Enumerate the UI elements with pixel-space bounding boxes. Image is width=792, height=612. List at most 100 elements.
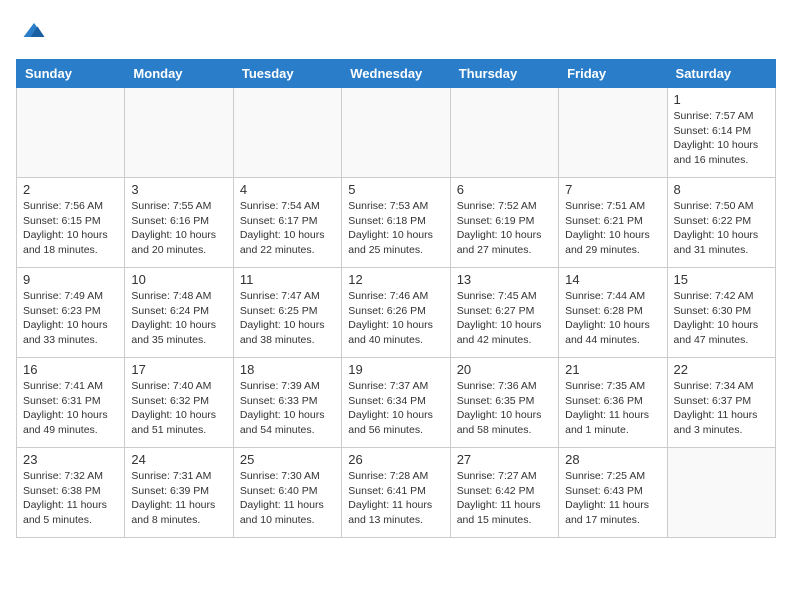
day-number: 21	[565, 362, 660, 377]
day-info: Sunrise: 7:30 AMSunset: 6:40 PMDaylight:…	[240, 469, 335, 528]
calendar-cell: 27 Sunrise: 7:27 AMSunset: 6:42 PMDayligh…	[450, 448, 558, 538]
calendar-cell: 17 Sunrise: 7:40 AMSunset: 6:32 PMDayligh…	[125, 358, 233, 448]
day-number: 14	[565, 272, 660, 287]
day-number: 17	[131, 362, 226, 377]
day-info: Sunrise: 7:50 AMSunset: 6:22 PMDaylight:…	[674, 199, 769, 258]
day-number: 11	[240, 272, 335, 287]
calendar-cell: 23 Sunrise: 7:32 AMSunset: 6:38 PMDayligh…	[17, 448, 125, 538]
calendar-week-2: 2 Sunrise: 7:56 AMSunset: 6:15 PMDaylight…	[17, 178, 776, 268]
day-number: 9	[23, 272, 118, 287]
calendar-cell: 14 Sunrise: 7:44 AMSunset: 6:28 PMDayligh…	[559, 268, 667, 358]
day-number: 26	[348, 452, 443, 467]
day-info: Sunrise: 7:28 AMSunset: 6:41 PMDaylight:…	[348, 469, 443, 528]
day-info: Sunrise: 7:52 AMSunset: 6:19 PMDaylight:…	[457, 199, 552, 258]
calendar-cell: 11 Sunrise: 7:47 AMSunset: 6:25 PMDayligh…	[233, 268, 341, 358]
calendar-header-tuesday: Tuesday	[233, 60, 341, 88]
day-number: 18	[240, 362, 335, 377]
calendar-cell: 12 Sunrise: 7:46 AMSunset: 6:26 PMDayligh…	[342, 268, 450, 358]
day-info: Sunrise: 7:39 AMSunset: 6:33 PMDaylight:…	[240, 379, 335, 438]
day-number: 6	[457, 182, 552, 197]
calendar-week-1: 1Sunrise: 7:57 AMSunset: 6:14 PMDaylight…	[17, 88, 776, 178]
logo	[16, 16, 48, 49]
calendar-week-5: 23 Sunrise: 7:32 AMSunset: 6:38 PMDayligh…	[17, 448, 776, 538]
calendar-cell: 13 Sunrise: 7:45 AMSunset: 6:27 PMDayligh…	[450, 268, 558, 358]
day-info: Sunrise: 7:48 AMSunset: 6:24 PMDaylight:…	[131, 289, 226, 348]
calendar-cell: 19 Sunrise: 7:37 AMSunset: 6:34 PMDayligh…	[342, 358, 450, 448]
day-info: Sunrise: 7:40 AMSunset: 6:32 PMDaylight:…	[131, 379, 226, 438]
header	[16, 16, 776, 49]
calendar-cell: 8 Sunrise: 7:50 AMSunset: 6:22 PMDaylight…	[667, 178, 775, 268]
calendar-cell: 1Sunrise: 7:57 AMSunset: 6:14 PMDaylight…	[667, 88, 775, 178]
calendar: SundayMondayTuesdayWednesdayThursdayFrid…	[16, 59, 776, 538]
calendar-week-3: 9 Sunrise: 7:49 AMSunset: 6:23 PMDaylight…	[17, 268, 776, 358]
day-number: 12	[348, 272, 443, 287]
calendar-cell: 15 Sunrise: 7:42 AMSunset: 6:30 PMDayligh…	[667, 268, 775, 358]
day-info: Sunrise: 7:41 AMSunset: 6:31 PMDaylight:…	[23, 379, 118, 438]
calendar-header-wednesday: Wednesday	[342, 60, 450, 88]
calendar-week-4: 16Sunrise: 7:41 AMSunset: 6:31 PMDayligh…	[17, 358, 776, 448]
calendar-cell: 4 Sunrise: 7:54 AMSunset: 6:17 PMDaylight…	[233, 178, 341, 268]
day-number: 3	[131, 182, 226, 197]
day-info: Sunrise: 7:54 AMSunset: 6:17 PMDaylight:…	[240, 199, 335, 258]
calendar-cell: 7 Sunrise: 7:51 AMSunset: 6:21 PMDaylight…	[559, 178, 667, 268]
day-number: 22	[674, 362, 769, 377]
day-info: Sunrise: 7:31 AMSunset: 6:39 PMDaylight:…	[131, 469, 226, 528]
calendar-header-row: SundayMondayTuesdayWednesdayThursdayFrid…	[17, 60, 776, 88]
day-number: 4	[240, 182, 335, 197]
calendar-cell: 22Sunrise: 7:34 AMSunset: 6:37 PMDayligh…	[667, 358, 775, 448]
calendar-cell: 10 Sunrise: 7:48 AMSunset: 6:24 PMDayligh…	[125, 268, 233, 358]
day-info: Sunrise: 7:51 AMSunset: 6:21 PMDaylight:…	[565, 199, 660, 258]
calendar-cell	[125, 88, 233, 178]
calendar-cell: 24 Sunrise: 7:31 AMSunset: 6:39 PMDayligh…	[125, 448, 233, 538]
calendar-cell	[233, 88, 341, 178]
calendar-cell	[559, 88, 667, 178]
calendar-cell: 3 Sunrise: 7:55 AMSunset: 6:16 PMDaylight…	[125, 178, 233, 268]
logo-icon	[20, 16, 48, 44]
day-number: 5	[348, 182, 443, 197]
day-info: Sunrise: 7:55 AMSunset: 6:16 PMDaylight:…	[131, 199, 226, 258]
day-number: 10	[131, 272, 226, 287]
calendar-cell	[342, 88, 450, 178]
calendar-cell: 5 Sunrise: 7:53 AMSunset: 6:18 PMDaylight…	[342, 178, 450, 268]
day-number: 8	[674, 182, 769, 197]
day-number: 28	[565, 452, 660, 467]
day-number: 27	[457, 452, 552, 467]
day-number: 2	[23, 182, 118, 197]
day-info: Sunrise: 7:32 AMSunset: 6:38 PMDaylight:…	[23, 469, 118, 528]
calendar-cell: 20Sunrise: 7:36 AMSunset: 6:35 PMDayligh…	[450, 358, 558, 448]
day-info: Sunrise: 7:44 AMSunset: 6:28 PMDaylight:…	[565, 289, 660, 348]
calendar-cell: 9 Sunrise: 7:49 AMSunset: 6:23 PMDaylight…	[17, 268, 125, 358]
day-info: Sunrise: 7:42 AMSunset: 6:30 PMDaylight:…	[674, 289, 769, 348]
day-info: Sunrise: 7:47 AMSunset: 6:25 PMDaylight:…	[240, 289, 335, 348]
calendar-cell	[450, 88, 558, 178]
day-info: Sunrise: 7:53 AMSunset: 6:18 PMDaylight:…	[348, 199, 443, 258]
day-info: Sunrise: 7:56 AMSunset: 6:15 PMDaylight:…	[23, 199, 118, 258]
day-info: Sunrise: 7:25 AMSunset: 6:43 PMDaylight:…	[565, 469, 660, 528]
calendar-header-thursday: Thursday	[450, 60, 558, 88]
day-number: 7	[565, 182, 660, 197]
day-info: Sunrise: 7:37 AMSunset: 6:34 PMDaylight:…	[348, 379, 443, 438]
calendar-cell: 28 Sunrise: 7:25 AMSunset: 6:43 PMDayligh…	[559, 448, 667, 538]
day-info: Sunrise: 7:36 AMSunset: 6:35 PMDaylight:…	[457, 379, 552, 438]
page: SundayMondayTuesdayWednesdayThursdayFrid…	[0, 0, 792, 554]
calendar-cell	[667, 448, 775, 538]
day-info: Sunrise: 7:27 AMSunset: 6:42 PMDaylight:…	[457, 469, 552, 528]
calendar-cell: 26 Sunrise: 7:28 AMSunset: 6:41 PMDayligh…	[342, 448, 450, 538]
day-number: 19	[348, 362, 443, 377]
day-info: Sunrise: 7:46 AMSunset: 6:26 PMDaylight:…	[348, 289, 443, 348]
calendar-header-saturday: Saturday	[667, 60, 775, 88]
calendar-cell: 6 Sunrise: 7:52 AMSunset: 6:19 PMDaylight…	[450, 178, 558, 268]
calendar-cell	[17, 88, 125, 178]
calendar-header-friday: Friday	[559, 60, 667, 88]
day-info: Sunrise: 7:45 AMSunset: 6:27 PMDaylight:…	[457, 289, 552, 348]
day-number: 23	[23, 452, 118, 467]
calendar-cell: 16Sunrise: 7:41 AMSunset: 6:31 PMDayligh…	[17, 358, 125, 448]
day-number: 24	[131, 452, 226, 467]
calendar-cell: 2 Sunrise: 7:56 AMSunset: 6:15 PMDaylight…	[17, 178, 125, 268]
calendar-cell: 21 Sunrise: 7:35 AMSunset: 6:36 PMDayligh…	[559, 358, 667, 448]
day-number: 13	[457, 272, 552, 287]
day-number: 15	[674, 272, 769, 287]
day-number: 25	[240, 452, 335, 467]
day-info: Sunrise: 7:49 AMSunset: 6:23 PMDaylight:…	[23, 289, 118, 348]
day-info: Sunrise: 7:35 AMSunset: 6:36 PMDaylight:…	[565, 379, 660, 438]
